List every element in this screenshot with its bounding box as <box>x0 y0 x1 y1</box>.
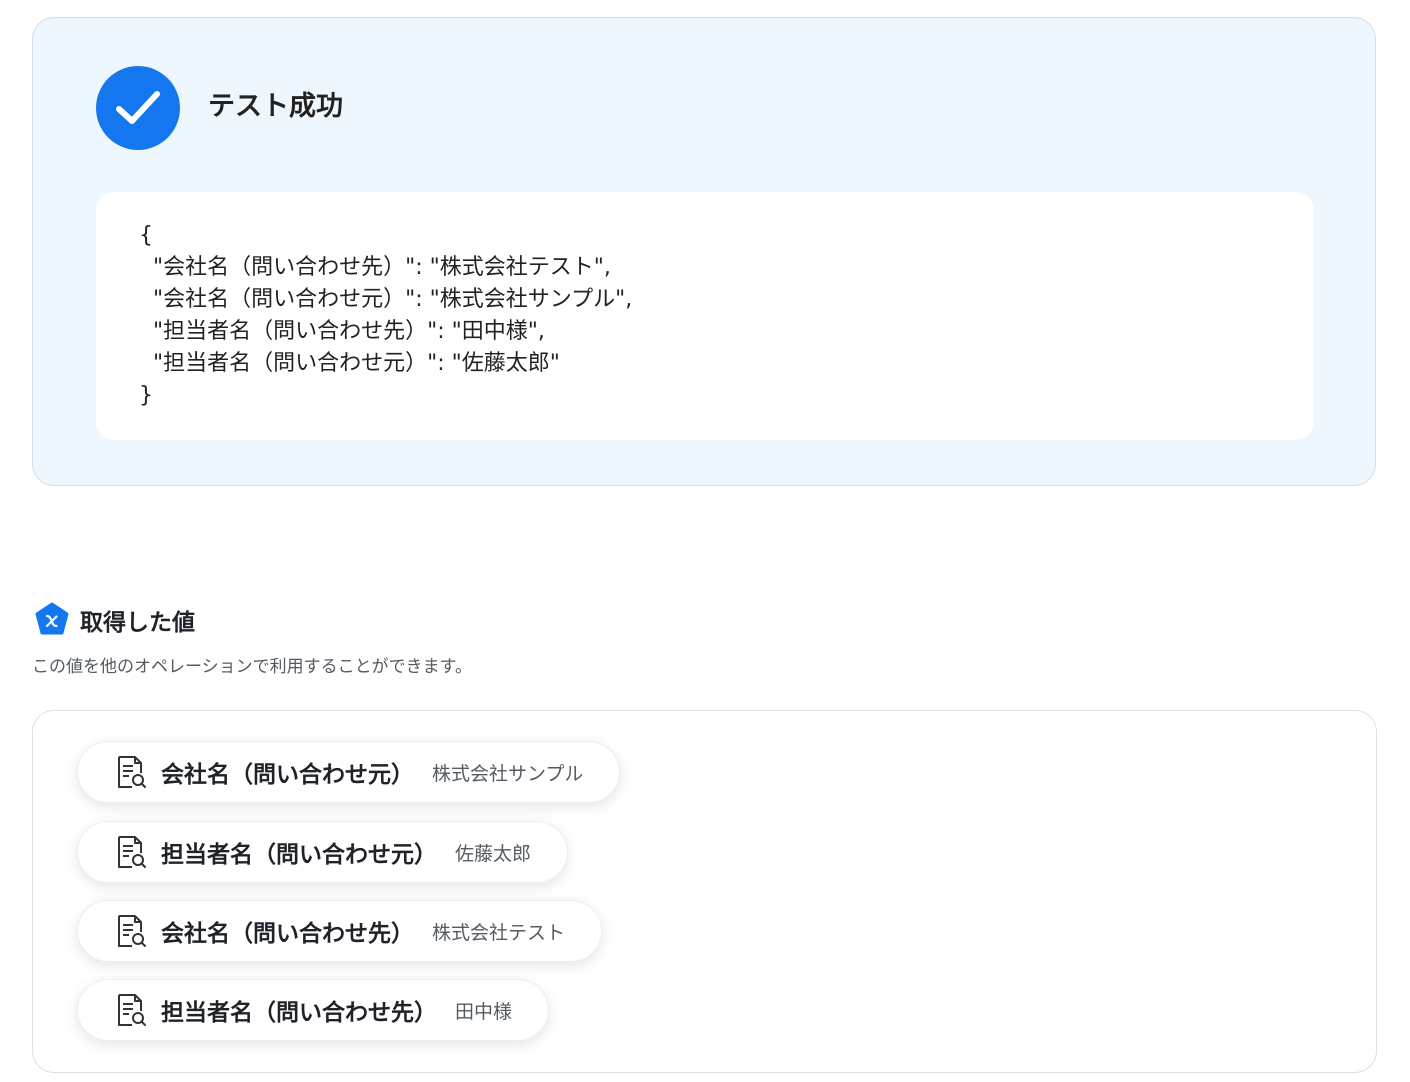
value-chip[interactable]: 会社名（問い合わせ先） 株式会社テスト <box>77 900 603 962</box>
test-success-title: テスト成功 <box>208 91 343 122</box>
document-search-icon <box>118 756 146 788</box>
value-chip-value: 佐藤太郎 <box>455 842 532 865</box>
value-chip[interactable]: 担当者名（問い合わせ先） 田中様 <box>77 979 550 1041</box>
acquired-values-header: 取得した値 <box>34 602 195 638</box>
acquired-values-title: 取得した値 <box>80 610 195 636</box>
value-chip[interactable]: 担当者名（問い合わせ元） 佐藤太郎 <box>77 821 569 883</box>
variable-icon <box>35 602 69 635</box>
document-search-icon <box>118 915 146 947</box>
document-search-icon <box>118 836 146 868</box>
value-chip-value: 田中様 <box>455 1000 513 1023</box>
test-result-panel: テスト成功 { "会社名（問い合わせ先）": "株式会社テスト", "会社名（問… <box>32 17 1376 486</box>
value-chip-key: 担当者名（問い合わせ先） <box>161 1000 437 1026</box>
value-chip-value: 株式会社テスト <box>432 921 566 944</box>
value-chip-key: 会社名（問い合わせ先） <box>161 921 414 947</box>
json-output-text: { "会社名（問い合わせ先）": "株式会社テスト", "会社名（問い合わせ元）… <box>139 223 633 408</box>
value-chip[interactable]: 会社名（問い合わせ元） 株式会社サンプル <box>77 741 621 803</box>
value-chip-key: 担当者名（問い合わせ元） <box>161 842 437 868</box>
document-search-icon <box>118 994 146 1026</box>
acquired-values-panel: 会社名（問い合わせ元） 株式会社サンプル 担当者名（問い合わせ元） 佐藤太郎 会… <box>32 710 1377 1073</box>
json-output-box: { "会社名（問い合わせ先）": "株式会社テスト", "会社名（問い合わせ元）… <box>96 192 1314 440</box>
value-chip-value: 株式会社サンプル <box>432 762 584 785</box>
acquired-values-description: この値を他のオペレーションで利用することができます。 <box>32 657 472 677</box>
value-chip-key: 会社名（問い合わせ元） <box>161 762 414 788</box>
check-circle-icon <box>96 66 180 150</box>
